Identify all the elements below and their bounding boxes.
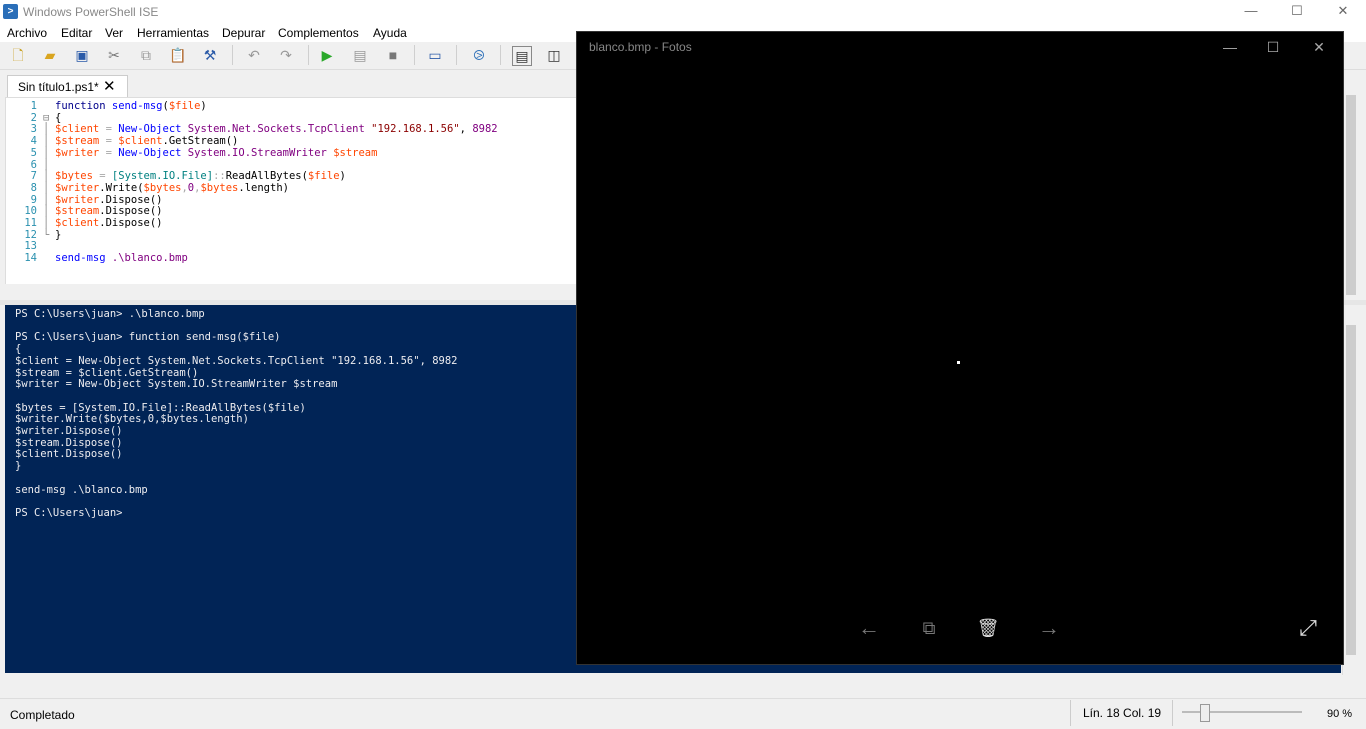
previous-arrow-icon[interactable]: ← (855, 614, 883, 642)
save-icon[interactable]: ▣ (73, 46, 91, 64)
console-line: PS C:\Users\juan> function send-msg($fil… (15, 331, 281, 344)
toolbar-separator (456, 45, 457, 65)
stop-icon[interactable]: ■ (384, 46, 402, 64)
run-selection-icon[interactable]: ▤ (351, 46, 369, 64)
line-number: 5 (30, 146, 37, 159)
fold-mark: │ (43, 181, 50, 194)
console-horizontal-scrollbar[interactable] (5, 676, 1341, 692)
zoom-slider-thumb[interactable] (1199, 704, 1210, 722)
console-line: send-msg .\blanco.bmp (15, 483, 148, 496)
minimize-button[interactable]: — (1228, 0, 1274, 24)
photos-window (576, 31, 1344, 665)
next-arrow-icon[interactable]: → (1035, 614, 1063, 642)
status-text: Completado (10, 708, 75, 722)
remote-icon[interactable]: ▭ (426, 46, 444, 64)
line-number: 1 (30, 100, 37, 112)
code-area[interactable]: function send-msg($file) { $client = New… (55, 100, 498, 265)
cursor-position: Lín. 18 Col. 19 (1083, 706, 1162, 720)
menu-ver[interactable]: Ver (105, 26, 123, 40)
line-number: 11 (24, 217, 37, 230)
new-file-icon[interactable]: 🗋 (9, 46, 27, 64)
open-folder-icon[interactable]: ▰ (41, 46, 59, 64)
console-line: $client = New-Object System.Net.Sockets.… (15, 354, 458, 367)
layout-top-icon[interactable]: ▤ (512, 46, 532, 66)
copy-icon[interactable]: ⧉ (137, 46, 155, 64)
photos-minimize-button[interactable]: — (1210, 36, 1250, 58)
fold-mark (43, 253, 49, 265)
paste-icon[interactable]: 📋 (169, 46, 187, 64)
tab-sin-titulo[interactable]: Sin título1.ps1* ✕ (7, 75, 128, 98)
fold-margin[interactable]: ⊟ │ │ │ │ │ │ │ │ │ └ (43, 101, 49, 265)
photo-image (957, 361, 960, 364)
powershell-icon[interactable]: ⧁ (470, 46, 488, 64)
clear-icon[interactable]: ⚒ (201, 46, 219, 64)
toolbar-separator (232, 45, 233, 65)
title-bar (0, 0, 1366, 24)
status-bar (0, 698, 1366, 729)
photos-maximize-button[interactable]: ☐ (1253, 36, 1293, 58)
menu-editar[interactable]: Editar (61, 26, 92, 40)
undo-icon[interactable]: ↶ (245, 46, 263, 64)
console-line: } (15, 460, 22, 473)
cut-icon[interactable]: ✂ (105, 46, 123, 64)
toolbar-separator (414, 45, 415, 65)
run-icon[interactable]: ▶ (318, 46, 336, 64)
layout-side-icon[interactable]: ◫ (545, 46, 563, 64)
line-number: 14 (24, 252, 37, 265)
toolbar-separator (308, 45, 309, 65)
menu-complementos[interactable]: Complementos (278, 26, 359, 40)
fold-mark: │ (43, 146, 50, 159)
status-separator (1070, 700, 1071, 726)
powershell-app-icon: > (3, 4, 18, 19)
console-line: $writer.Dispose() (15, 425, 123, 438)
console-output: PS C:\Users\juan> .\blanco.bmp PS C:\Use… (15, 308, 458, 520)
delete-icon[interactable]: 🗑 (974, 614, 1002, 642)
editor-scroll-thumb[interactable] (1346, 95, 1356, 295)
maximize-button[interactable]: ☐ (1274, 0, 1320, 24)
window-title: Windows PowerShell ISE (23, 5, 159, 19)
slideshow-icon[interactable]: ⧉ (915, 614, 943, 642)
photos-window-title: blanco.bmp - Fotos (589, 40, 692, 54)
menu-depurar[interactable]: Depurar (222, 26, 265, 40)
console-line: $client.Dispose() (15, 448, 123, 461)
console-line: PS C:\Users\juan> (15, 506, 123, 519)
line-number: 8 (30, 181, 37, 194)
menu-herramientas[interactable]: Herramientas (137, 26, 209, 40)
menu-archivo[interactable]: Archivo (7, 26, 47, 40)
status-separator (1172, 700, 1173, 726)
close-button[interactable]: ✕ (1320, 0, 1366, 24)
fullscreen-icon[interactable]: ⤢ (1294, 614, 1322, 642)
redo-icon[interactable]: ↷ (277, 46, 295, 64)
console-scroll-thumb[interactable] (1346, 325, 1356, 655)
zoom-level: 90 % (1327, 708, 1353, 720)
toolbar-separator (500, 45, 501, 65)
tab-label: Sin título1.ps1* (18, 80, 99, 94)
console-line: PS C:\Users\juan> .\blanco.bmp (15, 308, 205, 320)
menu-ayuda[interactable]: Ayuda (373, 26, 407, 40)
line-numbers: 1 2 3 4 5 6 7 8 9 10 11 12 13 14 (15, 100, 37, 265)
fold-mark (43, 101, 49, 113)
photos-close-button[interactable]: ✕ (1299, 36, 1339, 58)
fold-mark: │ (43, 217, 50, 230)
tab-close-icon[interactable]: ✕ (103, 77, 116, 95)
console-line: $writer = New-Object System.IO.StreamWri… (15, 378, 338, 391)
